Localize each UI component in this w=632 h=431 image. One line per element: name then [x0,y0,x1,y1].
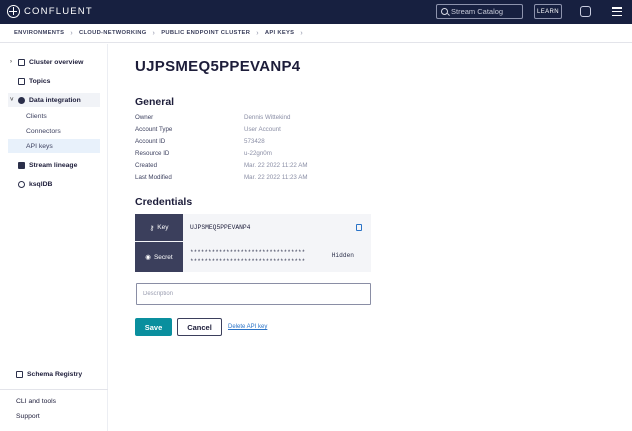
sidebar-item-connectors[interactable]: Connectors [8,124,100,138]
sidebar-item-label: ksqlDB [29,180,53,188]
sidebar-item-schema-registry[interactable]: Schema Registry [8,367,100,381]
general-section-title: General [135,96,175,108]
credentials-panel: ⚷ Key UJPSMEQ5PPEVANP4 ◉ Secret ********… [135,214,371,272]
search-icon [441,8,448,15]
sidebar-item-clients[interactable]: Clients [8,109,100,123]
detail-row-created: Created Mar. 22 2022 11:22 AM [135,162,308,169]
confluent-logo-icon [7,5,20,18]
sidebar-item-label: CLI and tools [16,397,57,405]
chevron-right-icon: › [256,29,259,37]
detail-row-owner: Owner Dennis Wittekind [135,114,291,121]
page-title: UJPSMEQ5PPEVANP4 [135,58,301,75]
sidebar-item-api-keys[interactable]: API keys [8,139,100,153]
api-key-value: UJPSMEQ5PPEVANP4 [190,224,251,231]
description-field[interactable] [136,283,371,305]
copy-icon[interactable] [356,224,362,231]
breadcrumb-api-keys[interactable]: API KEYS [265,30,294,36]
key-label: ⚷ Key [135,214,183,241]
sidebar-item-label: Clients [26,112,47,120]
sidebar-item-label: Cluster overview [29,58,84,66]
detail-row-account-id: Account ID 573428 [135,138,265,145]
sidebar-item-stream-lineage[interactable]: Stream lineage [8,158,100,172]
sidebar-item-cli-and-tools[interactable]: CLI and tools [8,394,100,408]
integration-icon [18,96,25,104]
sidebar-item-label: Schema Registry [27,370,83,378]
chevron-down-icon: ˅ [10,97,14,103]
search-input[interactable] [451,7,521,16]
sidebar-item-label: Topics [29,77,51,85]
confluent-logo[interactable]: CONFLUENT [7,5,93,18]
learn-button[interactable]: LEARN [534,4,562,19]
save-button[interactable]: Save [135,318,172,336]
topics-icon [18,77,25,85]
lineage-icon [18,161,25,169]
hamburger-menu-icon[interactable] [612,7,622,16]
key-icon: ⚷ [149,224,155,232]
sidebar-item-support[interactable]: Support [8,409,100,423]
brand-name: CONFLUENT [24,6,93,17]
delete-api-key-link[interactable]: Delete API key [228,324,267,330]
sidebar: › Cluster overview Topics ˅ Data integra… [0,44,108,431]
grid-icon [18,58,25,66]
breadcrumb-environment[interactable]: CLOUD-NETWORKING [79,30,147,36]
eye-icon: ◉ [145,254,151,261]
ksqldb-icon [18,180,25,188]
sidebar-item-label: Support [16,412,40,420]
secret-masked-value: ******************************** *******… [190,249,306,265]
cancel-button[interactable]: Cancel [177,318,222,336]
chevron-right-icon: › [300,29,303,37]
detail-row-last-modified: Last Modified Mar. 22 2022 11:23 AM [135,174,308,181]
top-navigation-bar: CONFLUENT LEARN [0,0,632,24]
sidebar-item-label: Connectors [26,127,61,135]
sidebar-item-data-integration[interactable]: ˅ Data integration [8,93,100,107]
breadcrumb: ENVIRONMENTS › CLOUD-NETWORKING › PUBLIC… [0,24,632,43]
notifications-icon[interactable] [580,6,591,17]
schema-registry-icon [16,370,23,378]
credentials-section-title: Credentials [135,196,193,208]
chevron-right-icon: › [152,29,156,37]
stream-catalog-search[interactable] [436,4,523,19]
chevron-right-icon: › [70,29,73,37]
sidebar-divider [0,389,108,390]
sidebar-item-ksqldb[interactable]: ksqlDB [8,177,100,191]
detail-row-account-type: Account Type User Account [135,126,281,133]
sidebar-item-label: Data integration [29,96,81,104]
secret-label: ◉ Secret [135,242,183,272]
sidebar-item-label: Stream lineage [29,161,78,169]
breadcrumb-cluster[interactable]: PUBLIC ENDPOINT CLUSTER [161,30,250,36]
chevron-right-icon: › [10,59,12,65]
sidebar-item-cluster-overview[interactable]: › Cluster overview [8,55,100,69]
sidebar-item-label: API keys [26,142,53,150]
sidebar-item-topics[interactable]: Topics [8,74,100,88]
secret-visibility-toggle[interactable]: Hidden [332,252,354,259]
breadcrumb-environments[interactable]: ENVIRONMENTS [14,30,64,36]
detail-row-resource-id: Resource ID u-22gn0m [135,150,272,157]
